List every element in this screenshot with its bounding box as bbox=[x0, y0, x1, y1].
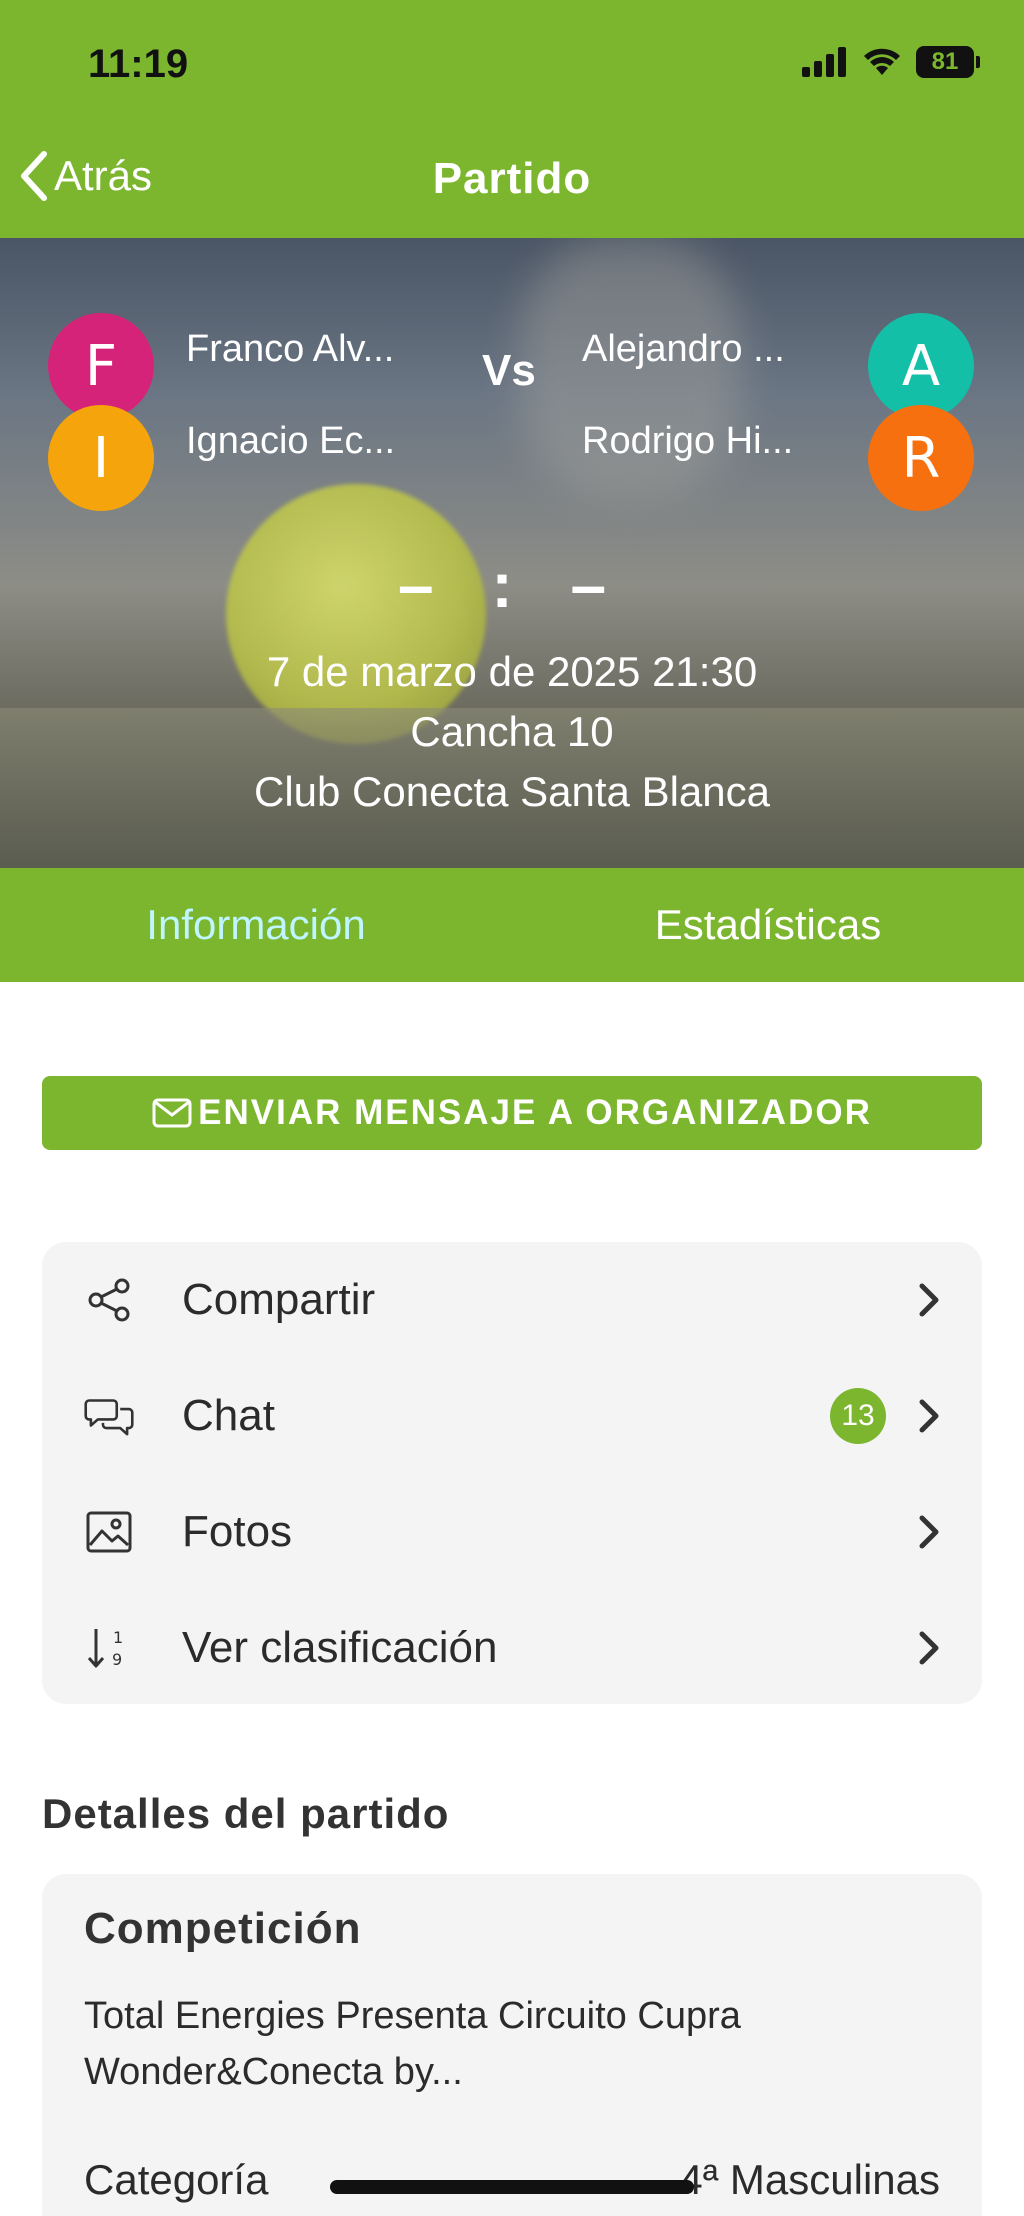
home-indicator[interactable] bbox=[330, 2180, 694, 2194]
action-ranking-label: Ver clasificación bbox=[182, 1623, 498, 1672]
player-4-name[interactable]: Rodrigo Hi... bbox=[582, 420, 793, 463]
vs-label: Vs bbox=[482, 346, 536, 395]
tab-estadisticas[interactable]: Estadísticas bbox=[512, 868, 1024, 982]
action-photos-label: Fotos bbox=[182, 1507, 293, 1556]
wifi-icon bbox=[864, 48, 900, 75]
match-details-heading: Detalles del partido bbox=[42, 1790, 450, 1837]
avatar-player-3[interactable]: A bbox=[868, 313, 974, 419]
actions-list: Compartir Chat 13 Fotos 1 9 Ver clasific… bbox=[42, 1242, 982, 1704]
chat-unread-badge: 13 bbox=[830, 1388, 886, 1444]
avatar-player-1[interactable]: F bbox=[48, 313, 154, 419]
match-hero: F I Franco Alv... Ignacio Ec... Vs Aleja… bbox=[0, 238, 1024, 868]
status-time: 11:19 bbox=[88, 42, 189, 86]
chevron-right-icon bbox=[914, 1396, 944, 1436]
match-score: – : – bbox=[397, 549, 627, 621]
category-label: Categoría bbox=[84, 2156, 269, 2203]
tab-bar: Información Estadísticas bbox=[0, 868, 1024, 982]
match-club: Club Conecta Santa Blanca bbox=[254, 768, 770, 815]
avatar-player-2[interactable]: I bbox=[48, 405, 154, 511]
action-ranking[interactable]: 1 9 Ver clasificación bbox=[42, 1590, 982, 1706]
action-chat[interactable]: Chat 13 bbox=[42, 1358, 982, 1474]
match-court: Cancha 10 bbox=[410, 708, 614, 755]
player-3-name[interactable]: Alejandro ... bbox=[582, 328, 785, 371]
signal-icon bbox=[802, 47, 846, 77]
chevron-right-icon bbox=[914, 1512, 944, 1552]
action-chat-label: Chat bbox=[182, 1391, 275, 1440]
chevron-right-icon bbox=[914, 1628, 944, 1668]
message-organizer-button[interactable]: ENVIAR MENSAJE A ORGANIZADOR bbox=[42, 1076, 982, 1150]
app-header: 11:19 81 Atrás Partido bbox=[0, 0, 1024, 238]
battery-icon: 81 bbox=[916, 46, 980, 78]
image-icon bbox=[84, 1507, 134, 1557]
action-share[interactable]: Compartir bbox=[42, 1242, 982, 1358]
sort-ranking-icon: 1 9 bbox=[84, 1623, 134, 1673]
player-2-name[interactable]: Ignacio Ec... bbox=[186, 420, 395, 463]
svg-text:9: 9 bbox=[112, 1650, 122, 1669]
svg-text:1: 1 bbox=[113, 1628, 123, 1647]
tab-informacion[interactable]: Información bbox=[0, 868, 512, 982]
match-datetime: 7 de marzo de 2025 21:30 bbox=[266, 648, 758, 695]
competition-name[interactable]: Total Energies Presenta Circuito Cupra W… bbox=[84, 1988, 944, 2100]
status-icons: 81 bbox=[802, 46, 980, 78]
share-icon bbox=[84, 1275, 134, 1325]
action-share-label: Compartir bbox=[182, 1275, 376, 1324]
player-1-name[interactable]: Franco Alv... bbox=[186, 328, 394, 371]
page-title: Partido bbox=[432, 154, 592, 203]
category-value: 4ª Masculinas bbox=[679, 2156, 940, 2203]
action-photos[interactable]: Fotos bbox=[42, 1474, 982, 1590]
message-organizer-label: ENVIAR MENSAJE A ORGANIZADOR bbox=[198, 1093, 872, 1132]
competition-heading: Competición bbox=[84, 1904, 362, 1953]
competition-card: Competición Total Energies Presenta Circ… bbox=[42, 1874, 982, 2216]
envelope-icon bbox=[152, 1098, 192, 1128]
avatar-player-4[interactable]: R bbox=[868, 405, 974, 511]
chevron-right-icon bbox=[914, 1280, 944, 1320]
chat-bubbles-icon bbox=[84, 1391, 134, 1441]
